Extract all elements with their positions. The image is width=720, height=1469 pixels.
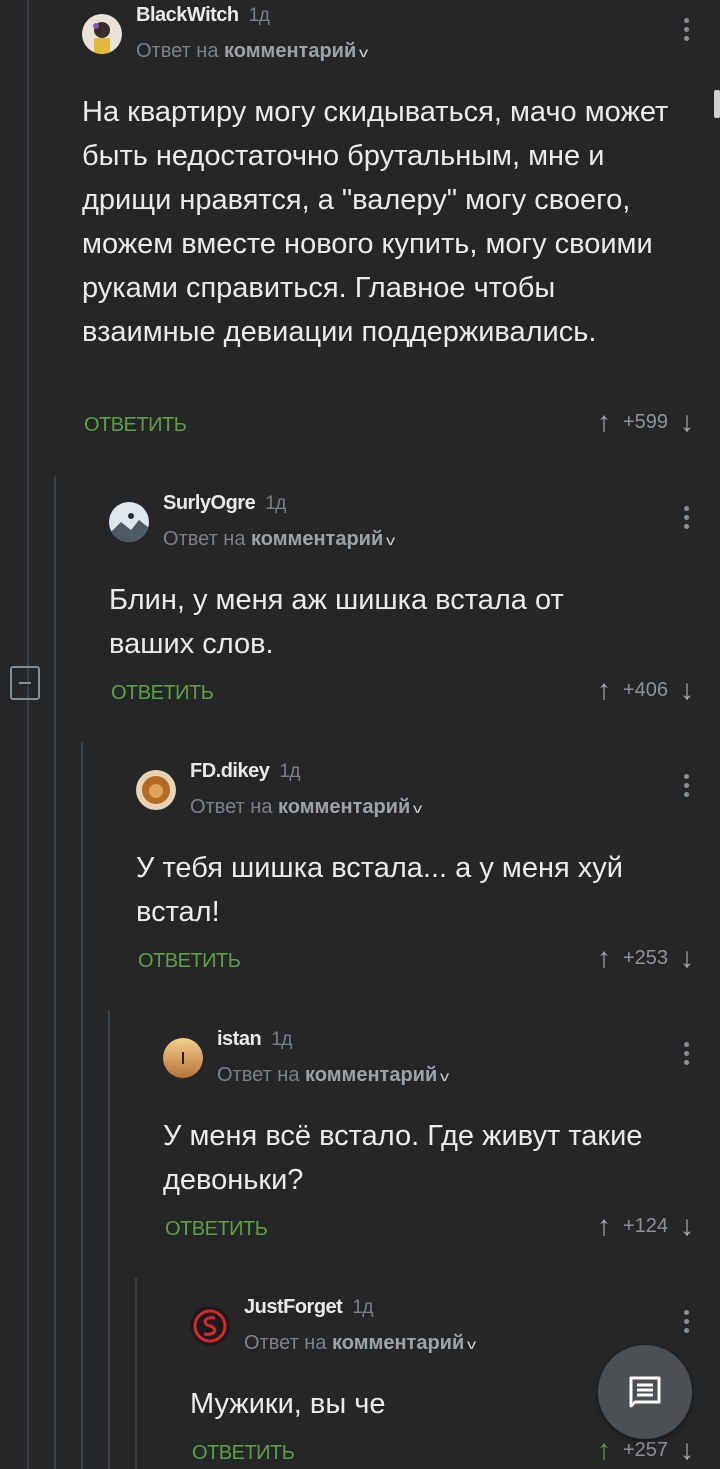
- comment-score: +599: [622, 410, 668, 433]
- reply-button[interactable]: ОТВЕТИТЬ: [138, 950, 241, 973]
- comment-score: +253: [622, 946, 668, 969]
- chevron-down-icon: v: [440, 1068, 450, 1084]
- kebab-menu-icon[interactable]: [684, 1042, 690, 1069]
- thread-line: [27, 0, 29, 1469]
- comment-text: Блин, у меня аж шишка встала от ваших сл…: [109, 584, 564, 660]
- reply-to-link[interactable]: Ответ на комментарий v: [190, 796, 423, 819]
- vote-controls: ↑ +406 ↓: [597, 676, 694, 704]
- collapse-minus-icon[interactable]: [10, 666, 40, 700]
- comment-text: На квартиру могу скидываться, мачо может…: [82, 96, 669, 348]
- compose-comment-button[interactable]: [598, 1345, 692, 1439]
- comment: FD.dikey 1д Ответ на комментарий v У тебя …: [136, 756, 720, 996]
- reply-button[interactable]: ОТВЕТИТЬ: [84, 414, 187, 437]
- comment-time: 1д: [279, 761, 301, 782]
- reply-button[interactable]: ОТВЕТИТЬ: [165, 1218, 268, 1241]
- comment-time: 1д: [271, 1029, 292, 1050]
- avatar[interactable]: [163, 1038, 203, 1078]
- kebab-menu-icon[interactable]: [684, 18, 690, 45]
- comment-time: 1д: [352, 1297, 373, 1318]
- arrow-down-icon[interactable]: ↓: [680, 1436, 694, 1464]
- avatar[interactable]: [136, 770, 176, 810]
- comment: istan 1д Ответ на комментарий v У меня всё…: [163, 1024, 720, 1264]
- comment-text: Мужики, вы че: [190, 1388, 386, 1420]
- vote-controls: ↑ +253 ↓: [597, 944, 694, 972]
- arrow-up-icon[interactable]: ↑: [597, 944, 611, 972]
- comment-text: У тебя шишка встала... а у меня хуй вста…: [136, 852, 623, 928]
- chevron-down-icon: v: [386, 532, 396, 548]
- kebab-menu-icon[interactable]: [684, 506, 690, 533]
- arrow-down-icon[interactable]: ↓: [680, 1212, 694, 1240]
- kebab-menu-icon[interactable]: [684, 1310, 690, 1337]
- arrow-down-icon[interactable]: ↓: [680, 408, 694, 436]
- reply-button[interactable]: ОТВЕТИТЬ: [192, 1442, 295, 1465]
- comment-score: +124: [622, 1214, 668, 1237]
- comment-time: 1д: [248, 5, 270, 26]
- vote-controls: ↑ +257 ↓: [597, 1436, 694, 1464]
- comment-author[interactable]: FD.dikey 1д: [190, 760, 301, 783]
- chevron-down-icon: v: [359, 44, 369, 60]
- arrow-up-icon[interactable]: ↑: [597, 676, 611, 704]
- arrow-up-icon[interactable]: ↑: [597, 1212, 611, 1240]
- reply-to-link[interactable]: Ответ на комментарий v: [163, 528, 396, 551]
- avatar[interactable]: [82, 14, 122, 54]
- comment-icon: [629, 1376, 661, 1408]
- arrow-down-icon[interactable]: ↓: [680, 676, 694, 704]
- arrow-up-icon[interactable]: ↑: [597, 408, 611, 436]
- reply-button[interactable]: ОТВЕТИТЬ: [111, 682, 214, 705]
- thread-line: [135, 1278, 137, 1469]
- comment: SurlyOgre 1д Ответ на комментарий v Блин, …: [109, 488, 720, 728]
- avatar[interactable]: [109, 502, 149, 542]
- arrow-down-icon[interactable]: ↓: [680, 944, 694, 972]
- comment-author[interactable]: BlackWitch 1д: [136, 4, 270, 27]
- avatar[interactable]: [190, 1306, 230, 1346]
- comment: BlackWitch 1д Ответ на комментарий v На кв…: [82, 0, 720, 470]
- thread-line: [108, 1010, 110, 1469]
- chevron-down-icon: v: [413, 800, 423, 816]
- vote-controls: ↑ +124 ↓: [597, 1212, 694, 1240]
- kebab-menu-icon[interactable]: [684, 774, 690, 801]
- comment-time: 1д: [265, 493, 286, 514]
- thread-line: [81, 742, 83, 1469]
- chevron-down-icon: v: [467, 1336, 477, 1352]
- reply-to-link[interactable]: Ответ на комментарий v: [136, 40, 369, 63]
- thread-line: [54, 476, 56, 1469]
- comment-score: +257: [622, 1438, 668, 1461]
- comment-author[interactable]: istan 1д: [217, 1028, 292, 1051]
- comment-text: У меня всё встало. Где живут такие девон…: [163, 1120, 643, 1196]
- reply-to-link[interactable]: Ответ на комментарий v: [244, 1332, 477, 1355]
- comment-author[interactable]: JustForget 1д: [244, 1296, 373, 1319]
- reply-to-link[interactable]: Ответ на комментарий v: [217, 1064, 450, 1087]
- comment-author[interactable]: SurlyOgre 1д: [163, 492, 286, 515]
- arrow-up-icon[interactable]: ↑: [597, 1436, 611, 1464]
- comment-score: +406: [622, 678, 668, 701]
- vote-controls: ↑ +599 ↓: [597, 408, 694, 436]
